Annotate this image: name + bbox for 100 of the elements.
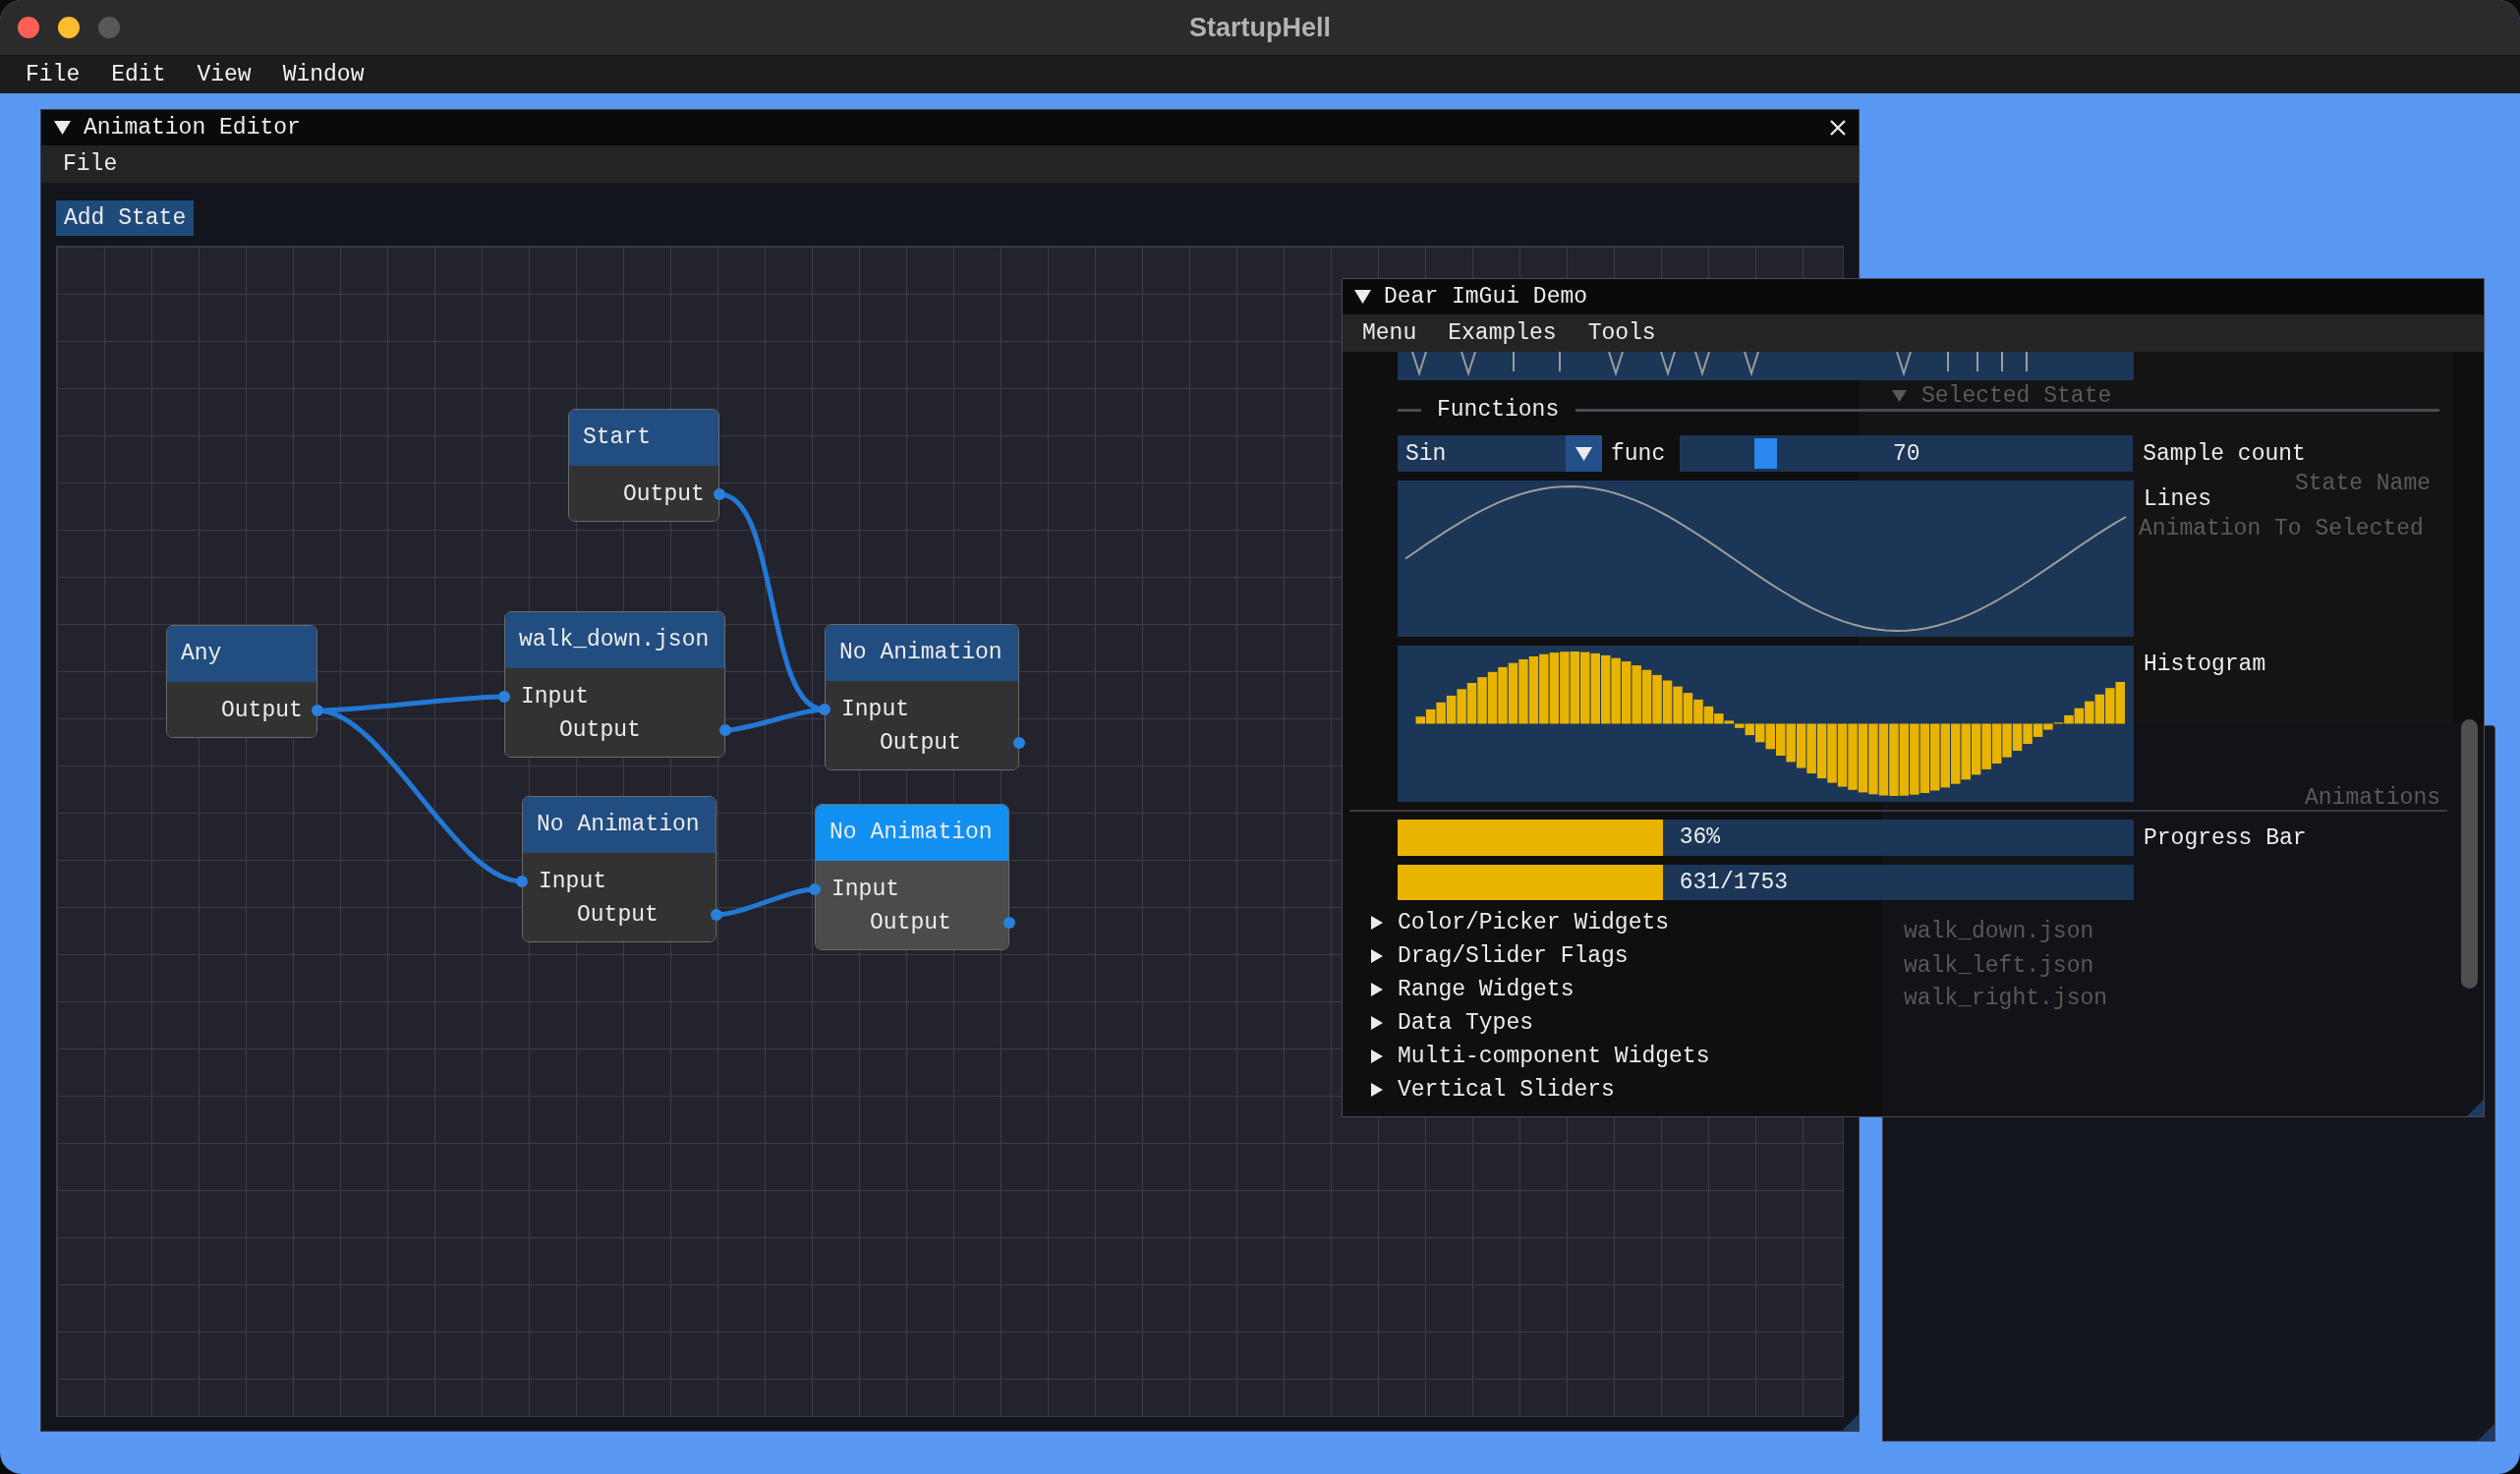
plot-label: Lines bbox=[2144, 486, 2211, 512]
resize-grip-icon[interactable] bbox=[1842, 1414, 1859, 1431]
histogram-bar bbox=[1466, 683, 1477, 724]
pin-label: Output bbox=[559, 717, 641, 743]
window-title: Dear ImGui Demo bbox=[1384, 284, 1588, 310]
histogram-bar bbox=[1662, 680, 1673, 724]
histogram-bar bbox=[1683, 693, 1693, 724]
progress-text: 631/1753 bbox=[1679, 870, 1789, 895]
field-label: State Name bbox=[2295, 471, 2432, 496]
slider[interactable]: 70 bbox=[1680, 435, 2134, 472]
progress-text: 36% bbox=[1679, 824, 1721, 850]
histogram-bar bbox=[1796, 723, 1806, 768]
histogram-bar bbox=[1641, 669, 1652, 724]
combo-box[interactable]: Sin bbox=[1398, 435, 1602, 472]
tree-node[interactable]: Color/Picker Widgets bbox=[1371, 906, 1670, 939]
menu-item[interactable]: File bbox=[10, 60, 96, 89]
histogram-bar bbox=[1611, 657, 1621, 724]
caret-down-icon[interactable] bbox=[54, 121, 71, 135]
histogram-bar bbox=[1498, 666, 1508, 724]
histogram-bar bbox=[2012, 723, 2023, 751]
histogram-bar bbox=[1858, 723, 1868, 793]
column-header: Animations bbox=[2305, 785, 2441, 811]
histogram-bar bbox=[1951, 723, 1961, 784]
histogram-bar bbox=[1446, 695, 1457, 724]
histogram-bar bbox=[1477, 677, 1487, 724]
caret-down-icon[interactable] bbox=[1354, 290, 1371, 304]
menu-item[interactable]: File bbox=[48, 149, 133, 179]
histogram-bar bbox=[1806, 723, 1816, 774]
histogram-bar bbox=[2105, 688, 2115, 724]
histogram-bar bbox=[1930, 723, 1940, 791]
tree-node[interactable]: Data Types bbox=[1371, 1006, 1534, 1040]
pin-label: Input bbox=[841, 697, 909, 722]
histogram-bar bbox=[2085, 701, 2094, 724]
pin-label: Output bbox=[623, 482, 705, 507]
add-state-button[interactable]: Add State bbox=[56, 200, 195, 236]
window-title: Animation Editor bbox=[84, 115, 301, 141]
menu-item[interactable]: Edit bbox=[95, 60, 182, 89]
histogram-bar bbox=[1673, 686, 1683, 724]
pin-label: Output bbox=[880, 730, 961, 756]
caret-down-icon[interactable] bbox=[1575, 446, 1592, 461]
window-minimize-icon[interactable] bbox=[58, 17, 80, 38]
histogram-bar bbox=[1981, 723, 1991, 769]
resize-grip-icon[interactable] bbox=[2478, 1424, 2494, 1441]
histogram-bar bbox=[2115, 682, 2125, 724]
pin-label: Input bbox=[539, 869, 606, 894]
histogram-bar bbox=[1765, 723, 1775, 750]
pin-label: Input bbox=[831, 877, 899, 902]
histogram-bar bbox=[1528, 656, 1539, 724]
node-title: Start bbox=[569, 410, 718, 466]
pin-label: Output bbox=[577, 902, 659, 928]
histogram-bar bbox=[1837, 723, 1848, 787]
histogram-bar bbox=[1919, 723, 1930, 793]
histogram-bar bbox=[1539, 653, 1549, 724]
histogram-bar bbox=[1457, 689, 1466, 724]
histogram-bar bbox=[1693, 699, 1703, 724]
histogram-bar bbox=[2002, 723, 2012, 758]
histogram-bar bbox=[1816, 723, 1827, 779]
histogram-bar bbox=[1601, 654, 1611, 724]
menu-item[interactable]: Tools bbox=[1572, 318, 1672, 348]
histogram-bar bbox=[1848, 723, 1858, 790]
pin-label: Output bbox=[870, 910, 951, 935]
node-title: No Animation bbox=[826, 625, 1018, 681]
slider-thumb[interactable] bbox=[1754, 438, 1777, 469]
menu-item[interactable]: Menu bbox=[1346, 318, 1433, 348]
histogram-bar bbox=[1991, 723, 2002, 764]
histogram-bar bbox=[1776, 723, 1786, 756]
histogram-bar bbox=[1621, 661, 1632, 724]
tree-node[interactable]: Drag/Slider Flags bbox=[1371, 939, 1629, 973]
menu-item[interactable]: View bbox=[181, 60, 267, 89]
pin-label: Input bbox=[521, 684, 589, 709]
progress-label: Progress Bar bbox=[2144, 824, 2307, 851]
menu-item[interactable]: Window bbox=[266, 60, 380, 89]
tree-node[interactable]: Vertical Sliders bbox=[1371, 1073, 1615, 1106]
histogram-bar bbox=[1827, 723, 1837, 783]
histogram-bar bbox=[1487, 671, 1498, 724]
tree-node[interactable]: Multi-component Widgets bbox=[1371, 1040, 1710, 1073]
action-label: Animation To Selected bbox=[2139, 516, 2424, 541]
list-item: walk_down.json bbox=[1904, 919, 2094, 944]
histogram-bar bbox=[1652, 674, 1662, 724]
plot-label: Histogram bbox=[2144, 652, 2266, 677]
node-title: No Animation bbox=[816, 805, 1008, 861]
node-title: walk_down.json bbox=[505, 612, 724, 668]
menu-item[interactable]: Examples bbox=[1432, 318, 1573, 348]
histogram-bar bbox=[1961, 723, 1971, 780]
tree-node[interactable]: Range Widgets bbox=[1371, 973, 1575, 1006]
close-icon[interactable] bbox=[1830, 120, 1846, 136]
slider-label: Sample count bbox=[2143, 440, 2306, 467]
list-item: walk_left.json bbox=[1904, 953, 2094, 979]
scrollbar-thumb[interactable] bbox=[2461, 719, 2478, 989]
list-item: walk_right.json bbox=[1904, 986, 2108, 1011]
histogram-bar bbox=[1632, 665, 1641, 724]
node-title: No Animation bbox=[523, 797, 716, 853]
node-title: Any bbox=[167, 626, 316, 682]
histogram-bar bbox=[1786, 723, 1796, 763]
histogram-bar bbox=[2094, 694, 2105, 724]
histogram-bar bbox=[1508, 662, 1518, 724]
histogram-bar bbox=[1518, 659, 1528, 724]
window-close-icon[interactable] bbox=[18, 17, 39, 38]
pin-label: Output bbox=[221, 698, 303, 723]
combo-label: func bbox=[1611, 440, 1666, 467]
